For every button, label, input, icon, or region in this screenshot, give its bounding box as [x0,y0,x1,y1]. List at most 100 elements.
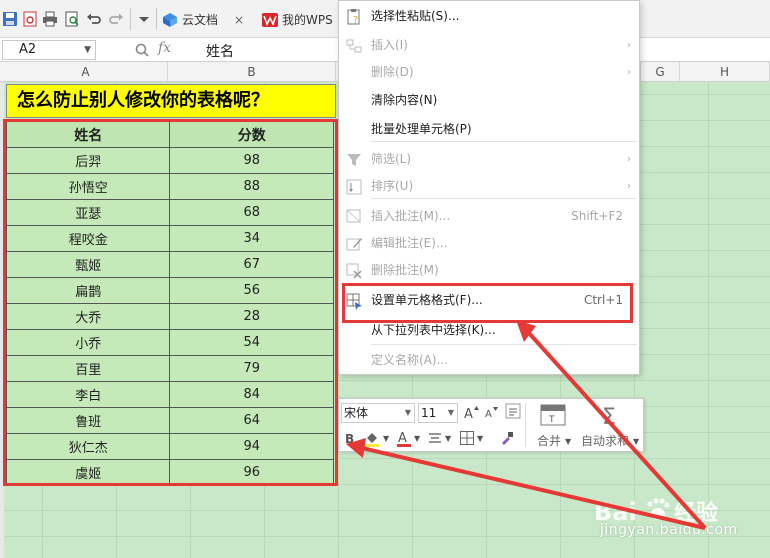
insert-comment-icon [346,209,361,223]
context-menu-item-label: 定义名称(A)... [371,353,449,367]
context-menu-item-label: 选择性粘贴(S)... [371,9,460,23]
sort-icon [346,179,362,195]
merge-label[interactable]: 合并 [537,432,561,449]
context-menu-item-label: 编辑批注(E)... [371,236,448,250]
watermark-url: jingyan.baidu.com [600,522,738,538]
name-box[interactable]: A2 ▼ [2,40,96,60]
chevron-down-icon[interactable]: ▼ [414,430,420,448]
undo-icon[interactable] [86,11,102,27]
column-header-h[interactable]: H [680,62,770,82]
chevron-down-icon[interactable]: ▼ [445,430,451,448]
chevron-down-icon[interactable]: ▼ [383,430,389,448]
export-pdf-icon[interactable] [22,11,38,27]
column-header-a[interactable]: A [4,62,168,82]
toolbar-separator [525,403,526,447]
context-menu-item[interactable]: ? 选择性粘贴(S)... [339,3,639,30]
chevron-down-icon[interactable]: ▼ [84,41,91,59]
edit-comment-icon [346,238,362,251]
close-icon[interactable]: × [234,9,244,31]
sheet-title-cell[interactable]: 怎么防止别人修改你的表格呢？ [6,84,336,118]
menu-separator [371,198,637,199]
fill-color-icon[interactable] [363,429,381,447]
context-menu-item-label: 清除内容(N) [371,93,438,107]
font-size-value: 11 [421,406,437,420]
context-menu-item: 定义名称(A)... [339,347,639,374]
context-menu-item-label: 插入(I) [371,38,408,52]
svg-text:T: T [548,415,555,425]
mini-toolbar: 宋体 ▼ 11 ▼ A A B ▼ A ▼ ▼ ▼ T 合并 ▼ Σ 自动求和 … [338,398,644,452]
context-menu-item: 编辑批注(E)... [339,230,639,257]
context-menu-item-label: 排序(U) [371,179,414,193]
chevron-down-icon[interactable]: ▼ [405,404,411,422]
column-header-b[interactable]: B [168,62,336,82]
merge-cells-icon[interactable]: T [539,403,567,427]
cell-reference: A2 [19,42,37,57]
chevron-down-icon[interactable]: ▼ [448,404,454,422]
table-highlight-box [3,119,338,486]
format-painter-icon[interactable] [499,430,515,446]
insert-icon [346,39,362,53]
tab-label: 云文档 [182,13,219,27]
toolbar-separator [130,8,131,30]
context-menu-item: 删除(D) › [339,59,639,86]
print-icon[interactable] [42,11,58,27]
borders-icon[interactable] [459,430,475,446]
svg-text:B: B [345,432,354,445]
font-family-value: 宋体 [344,406,369,420]
autosum-label[interactable]: 自动求和 [581,432,629,449]
tab-my-wps[interactable]: 我的WPS [262,9,333,31]
context-menu-item-label: 筛选(L) [371,152,412,166]
svg-text:A: A [464,407,473,420]
context-menu-item: 插入(I) › [339,32,639,59]
context-menu-item: 删除批注(M) [339,257,639,284]
svg-text:A: A [398,431,407,446]
print-preview-icon[interactable] [64,11,80,27]
menu-separator [371,141,637,142]
context-menu-item-label: 删除(D) [371,65,414,79]
context-menu-item: 筛选(L) › [339,146,639,173]
chevron-right-icon: › [627,67,631,78]
font-color-icon[interactable]: A [395,429,413,447]
tab-label: 我的WPS [282,13,333,27]
cloud-docs-icon [163,13,177,27]
context-menu-item[interactable]: 批量处理单元格(P) [339,116,639,143]
context-menu-item[interactable]: 清除内容(N) [339,87,639,114]
context-menu-item: 排序(U) › [339,173,639,200]
function-icon[interactable]: fx [158,40,171,56]
formula-input[interactable]: 姓名 [206,41,234,61]
save-icon[interactable] [2,11,18,27]
svg-text:?: ? [353,15,358,26]
redo-icon[interactable] [108,11,124,27]
context-menu-item: 插入批注(M)... Shift+F2 [339,203,639,230]
autosum-icon[interactable]: Σ [597,403,625,427]
context-menu-item-label: 插入批注(M)... [371,209,451,223]
menu-separator [371,344,637,345]
context-menu-item-label: 批量处理单元格(P) [371,122,472,136]
svg-text:A: A [485,409,492,419]
chevron-right-icon: › [627,154,631,165]
context-menu-item-label: 删除批注(M) [371,263,439,277]
delete-comment-icon [346,263,362,279]
font-family-select[interactable]: 宋体 ▼ [341,403,415,423]
bold-icon[interactable]: B [343,431,357,445]
paste-special-icon: ? [347,9,360,26]
chevron-down-icon[interactable]: ▼ [477,430,483,448]
decrease-font-icon[interactable]: A [484,405,498,419]
column-header-g[interactable]: G [640,62,680,82]
font-size-select[interactable]: 11 ▼ [418,403,458,423]
chevron-right-icon: › [627,181,631,192]
svg-text:Σ: Σ [602,405,616,427]
toolbar-separator [156,8,157,30]
chevron-right-icon: › [627,40,631,51]
increase-font-icon[interactable]: A [463,404,479,420]
chevron-down-icon[interactable] [136,11,152,27]
wps-logo-icon [262,13,278,27]
align-center-icon[interactable] [427,430,443,446]
chevron-down-icon[interactable]: ▼ [565,433,571,451]
wrap-text-icon[interactable] [505,403,521,419]
zoom-icon[interactable] [134,42,150,58]
tab-cloud-docs[interactable]: 云文档 × [162,9,244,31]
filter-icon [347,154,361,166]
chevron-down-icon[interactable]: ▼ [633,433,639,451]
menu-highlight-box [342,283,633,323]
